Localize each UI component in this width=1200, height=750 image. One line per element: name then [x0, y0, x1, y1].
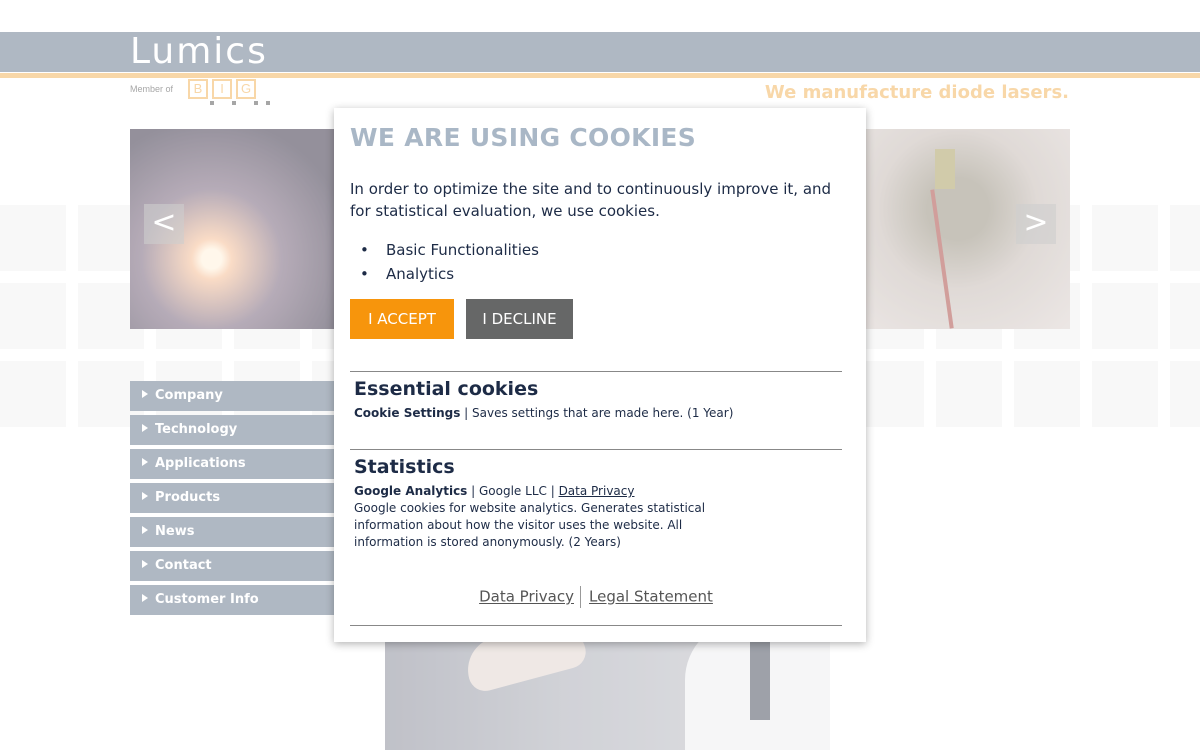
statistics-title: Statistics: [354, 456, 455, 478]
footer-legal-statement-link[interactable]: Legal Statement: [589, 588, 713, 606]
separator: |: [546, 484, 559, 498]
statistics-cookie-description: Google cookies for website analytics. Ge…: [354, 501, 706, 549]
data-privacy-link[interactable]: Data Privacy: [559, 484, 635, 498]
separator: |: [467, 484, 479, 498]
footer-data-privacy-link[interactable]: Data Privacy: [479, 588, 574, 606]
footer-divider: [580, 586, 581, 608]
list-item: Basic Functionalities: [360, 238, 539, 262]
separator: |: [460, 406, 473, 420]
accept-button[interactable]: I ACCEPT: [350, 299, 454, 339]
dialog-title: WE ARE USING COOKIES: [350, 123, 697, 152]
essential-cookie-entry: Cookie Settings | Saves settings that ar…: [354, 405, 754, 422]
cookie-name: Cookie Settings: [354, 406, 461, 420]
divider: [350, 371, 842, 372]
page: Lumics Member of B I G We manufacture di…: [0, 0, 1200, 750]
essential-cookies-title: Essential cookies: [354, 378, 539, 400]
dialog-intro: In order to optimize the site and to con…: [350, 180, 832, 220]
cookie-provider: Google LLC: [479, 484, 547, 498]
cookie-category-list: Basic Functionalities Analytics: [360, 238, 539, 286]
cookie-consent-dialog: WE ARE USING COOKIES In order to optimiz…: [334, 108, 866, 642]
statistics-cookie-entry: Google Analytics | Google LLC | Data Pri…: [354, 483, 754, 500]
list-item: Analytics: [360, 262, 539, 286]
divider: [350, 449, 842, 450]
cookie-description: Saves settings that are made here. (1 Ye…: [472, 406, 734, 420]
decline-button[interactable]: I DECLINE: [466, 299, 573, 339]
cookie-name: Google Analytics: [354, 484, 468, 498]
divider: [350, 625, 842, 626]
dialog-footer: Data Privacy Legal Statement: [350, 586, 842, 608]
